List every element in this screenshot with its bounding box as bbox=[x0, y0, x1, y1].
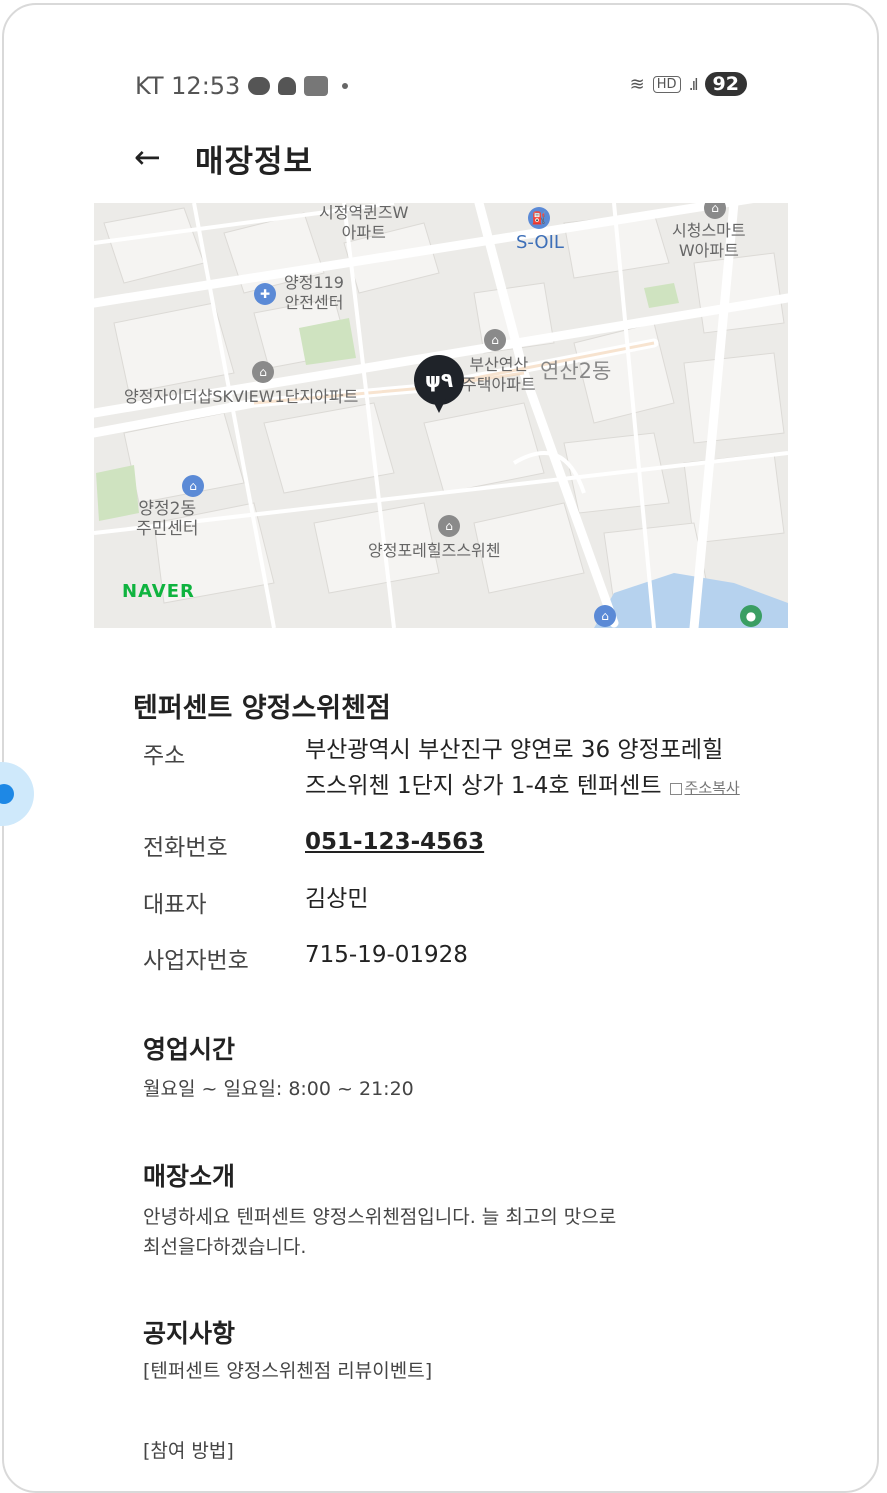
store-location-pin[interactable]: ψ٩ bbox=[414, 355, 464, 413]
carrier-time: KT 12:53 bbox=[135, 72, 241, 100]
address-line-2: 즈스위첸 1단지 상가 1-4호 텐퍼센트 주소복사 bbox=[305, 768, 740, 806]
address-line-2-text: 즈스위첸 1단지 상가 1-4호 텐퍼센트 bbox=[305, 773, 662, 799]
copy-icon bbox=[669, 782, 682, 795]
map-label-yeonsan2dong: 연산2동 bbox=[540, 359, 612, 383]
apartment-poi-icon: ⌂ bbox=[438, 515, 460, 537]
community-center-icon: ⌂ bbox=[182, 475, 204, 497]
notification-icon bbox=[278, 77, 297, 95]
hours-title: 영업시간 bbox=[143, 1035, 236, 1064]
owner-label: 대표자 bbox=[143, 892, 207, 918]
status-bar: KT 12:53 ≋ HD .ıl 92 bbox=[135, 70, 747, 104]
copy-address-link[interactable]: 주소복사 bbox=[669, 779, 740, 797]
store-name: 텐퍼센트 양정스위첸점 bbox=[133, 693, 391, 724]
fire-station-icon: ✚ bbox=[254, 283, 276, 305]
gas-station-icon: ⛽ bbox=[528, 207, 550, 229]
map-label-skview: 양정자이더샵SKVIEW1단지아파트 bbox=[124, 387, 359, 406]
map-label-safety-center: 양정119 안전센터 bbox=[284, 273, 344, 312]
notice-line-1: [텐퍼센트 양정스위첸점 리뷰이벤트] bbox=[143, 1360, 433, 1382]
map-label-soil: S-OIL bbox=[516, 232, 564, 253]
store-map[interactable]: 시정역퀸즈W 아파트 ⛽ S-OIL ⌂ 시청스마트 W아파트 ✚ 양정119 … bbox=[94, 203, 788, 628]
phone-link[interactable]: 051-123-4563 bbox=[305, 824, 484, 860]
map-roads bbox=[94, 203, 788, 628]
map-label-yeonsan-apt: 부산연산 주택아파트 bbox=[462, 355, 536, 394]
apartment-poi-icon: ⌂ bbox=[484, 329, 506, 351]
address-label: 주소 bbox=[143, 743, 186, 769]
business-number-label: 사업자번호 bbox=[143, 948, 249, 974]
naver-logo: NAVER bbox=[122, 581, 195, 602]
back-arrow-icon[interactable]: ← bbox=[134, 140, 164, 174]
wifi-icon: ≋ bbox=[629, 73, 645, 95]
intro-title: 매장소개 bbox=[143, 1162, 236, 1191]
notice-title: 공지사항 bbox=[143, 1319, 236, 1348]
battery-indicator: 92 bbox=[704, 72, 747, 96]
address-value: 부산광역시 부산진구 양연로 36 양정포레힐 즈스위첸 1단지 상가 1-4호… bbox=[305, 732, 740, 806]
address-line-1: 부산광역시 부산진구 양연로 36 양정포레힐 bbox=[305, 737, 724, 763]
more-dot-icon bbox=[342, 83, 349, 89]
page-title: 매장정보 bbox=[195, 144, 314, 180]
notice-line-2: [참여 방법] bbox=[143, 1440, 234, 1462]
copy-address-label: 주소복사 bbox=[684, 779, 740, 797]
intro-text: 안녕하세요 텐퍼센트 양정스위첸점입니다. 늘 최고의 맛으로 최선을다하겠습니… bbox=[143, 1206, 617, 1258]
apartment-poi-icon: ⌂ bbox=[252, 361, 274, 383]
signal-icon: .ıl bbox=[688, 74, 699, 94]
status-right: ≋ HD .ıl 92 bbox=[630, 72, 747, 96]
map-poi-icon: ⌂ bbox=[594, 605, 616, 627]
map-label-city-smart: 시청스마트 W아파트 bbox=[672, 221, 746, 260]
status-left: KT 12:53 bbox=[135, 72, 349, 100]
business-number-value: 715-19-01928 bbox=[305, 942, 468, 968]
map-label-community-center: 양정2동 주민센터 bbox=[136, 499, 199, 539]
map-label-porehill: 양정포레힐즈스위첸 bbox=[368, 541, 501, 560]
map-label-queensw: 시정역퀸즈W 아파트 bbox=[319, 203, 409, 242]
hours-text: 월요일 ~ 일요일: 8:00 ~ 21:20 bbox=[143, 1078, 414, 1100]
map-marker-icon: ● bbox=[740, 605, 762, 627]
fork-knife-icon: ψ٩ bbox=[424, 368, 454, 392]
talk-icon bbox=[248, 77, 271, 95]
phone-label: 전화번호 bbox=[143, 835, 228, 861]
hd-badge: HD bbox=[652, 75, 681, 93]
owner-value: 김상민 bbox=[305, 886, 369, 912]
app-icon bbox=[304, 76, 329, 96]
